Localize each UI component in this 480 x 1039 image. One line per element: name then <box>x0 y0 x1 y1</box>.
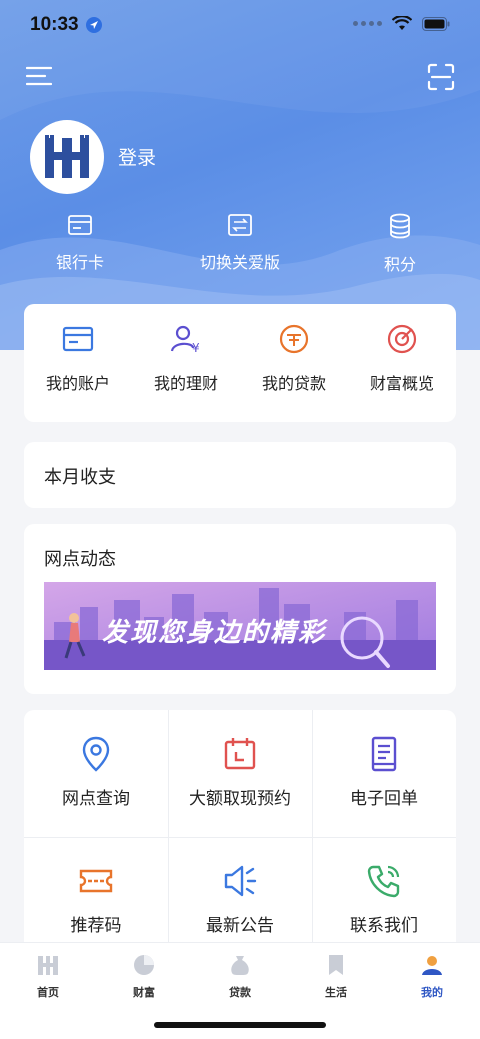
scan-icon <box>427 63 455 91</box>
bank-card-icon <box>68 215 92 235</box>
home-indicator[interactable] <box>154 1022 326 1028</box>
wealth-overview[interactable]: 财富概览 <box>348 324 456 394</box>
service-cash-appointment[interactable]: 大额取现预约 <box>168 710 312 837</box>
location-arrow-icon <box>86 17 102 33</box>
account-card: 我的账户 ¥ 我的理财 我的贷款 财富概览 <box>24 304 456 422</box>
quick-bank-card[interactable]: 银行卡 <box>20 213 140 273</box>
service-label: 最新公告 <box>206 916 274 936</box>
service-contact-us[interactable]: 联系我们 <box>312 837 456 950</box>
branch-news-banner[interactable]: 发现您身边的精彩 <box>44 582 436 670</box>
coins-icon <box>390 213 410 239</box>
speaker-icon <box>224 865 257 897</box>
quick-switch-care-mode[interactable]: 切换关爱版 <box>180 213 300 273</box>
account-label: 我的理财 <box>153 374 218 393</box>
branch-news-title: 网点动态 <box>44 549 116 570</box>
service-announcements[interactable]: 最新公告 <box>168 837 312 950</box>
tab-mine[interactable]: 我的 <box>384 953 480 1000</box>
service-label: 联系我们 <box>350 916 418 936</box>
account-label: 财富概览 <box>369 374 434 393</box>
monthly-card[interactable]: 本月收支 <box>24 442 456 508</box>
service-label: 推荐码 <box>70 916 122 936</box>
tab-life[interactable]: 生活 <box>288 953 384 1000</box>
account-label: 我的账户 <box>45 374 110 393</box>
tab-label: 贷款 <box>229 986 251 999</box>
banner-text: 发现您身边的精彩 <box>102 618 327 648</box>
calendar-icon <box>224 738 256 770</box>
my-finance[interactable]: ¥ 我的理财 <box>132 324 240 394</box>
switch-icon <box>228 214 252 236</box>
tab-home[interactable]: 首页 <box>0 953 96 1000</box>
tab-wealth[interactable]: 财富 <box>96 953 192 1000</box>
money-bag-icon <box>231 956 249 975</box>
service-branch-search[interactable]: 网点查询 <box>24 710 168 837</box>
tab-label: 生活 <box>325 986 347 999</box>
service-e-receipt[interactable]: 电子回单 <box>312 710 456 837</box>
phone-icon <box>367 865 400 898</box>
monthly-title: 本月收支 <box>44 467 116 488</box>
ticket-icon <box>79 869 113 893</box>
wealth-target-icon <box>387 324 417 354</box>
services-grid: 网点查询 大额取现预约 电子回单 推荐码 最新公告 联系我们 <box>24 710 456 950</box>
location-pin-icon <box>82 736 110 772</box>
loan-icon <box>279 324 309 354</box>
wealth-icon <box>134 955 154 975</box>
home-icon <box>38 956 58 975</box>
tab-label: 首页 <box>37 986 59 999</box>
quick-label: 银行卡 <box>55 253 104 272</box>
my-loan[interactable]: 我的贷款 <box>240 324 348 394</box>
quick-label: 切换关爱版 <box>199 253 280 272</box>
account-card-icon <box>62 326 94 352</box>
bookmark-icon <box>329 955 343 975</box>
service-label: 电子回单 <box>350 789 418 809</box>
account-label: 我的贷款 <box>261 374 326 393</box>
quick-label: 积分 <box>383 255 416 274</box>
scan-button[interactable] <box>427 63 455 91</box>
menu-icon <box>25 66 53 86</box>
svg-text:¥: ¥ <box>192 341 200 354</box>
service-label: 大额取现预约 <box>189 789 291 809</box>
service-referral-code[interactable]: 推荐码 <box>24 837 168 950</box>
quick-points[interactable]: 积分 <box>340 213 460 275</box>
tab-label: 财富 <box>133 986 155 999</box>
branch-news-card: 网点动态 发现您身边的精彩 <box>24 524 456 694</box>
status-time: 10:33 <box>30 14 79 35</box>
status-bar: 10:33 <box>0 0 480 54</box>
avatar[interactable] <box>30 120 104 194</box>
login-link[interactable]: 登录 <box>118 143 156 170</box>
signal-icon <box>353 21 382 26</box>
menu-button[interactable] <box>25 64 53 88</box>
battery-icon <box>422 16 450 31</box>
my-account[interactable]: 我的账户 <box>24 324 132 394</box>
tab-loan[interactable]: 贷款 <box>192 953 288 1000</box>
receipt-icon <box>371 736 397 772</box>
bank-logo-icon <box>45 135 89 178</box>
quick-actions: 银行卡 切换关爱版 积分 <box>0 213 480 275</box>
tab-label: 我的 <box>421 986 443 999</box>
wifi-icon <box>392 16 412 30</box>
finance-person-icon: ¥ <box>170 325 200 355</box>
service-label: 网点查询 <box>62 789 130 809</box>
profile-icon <box>422 956 442 975</box>
